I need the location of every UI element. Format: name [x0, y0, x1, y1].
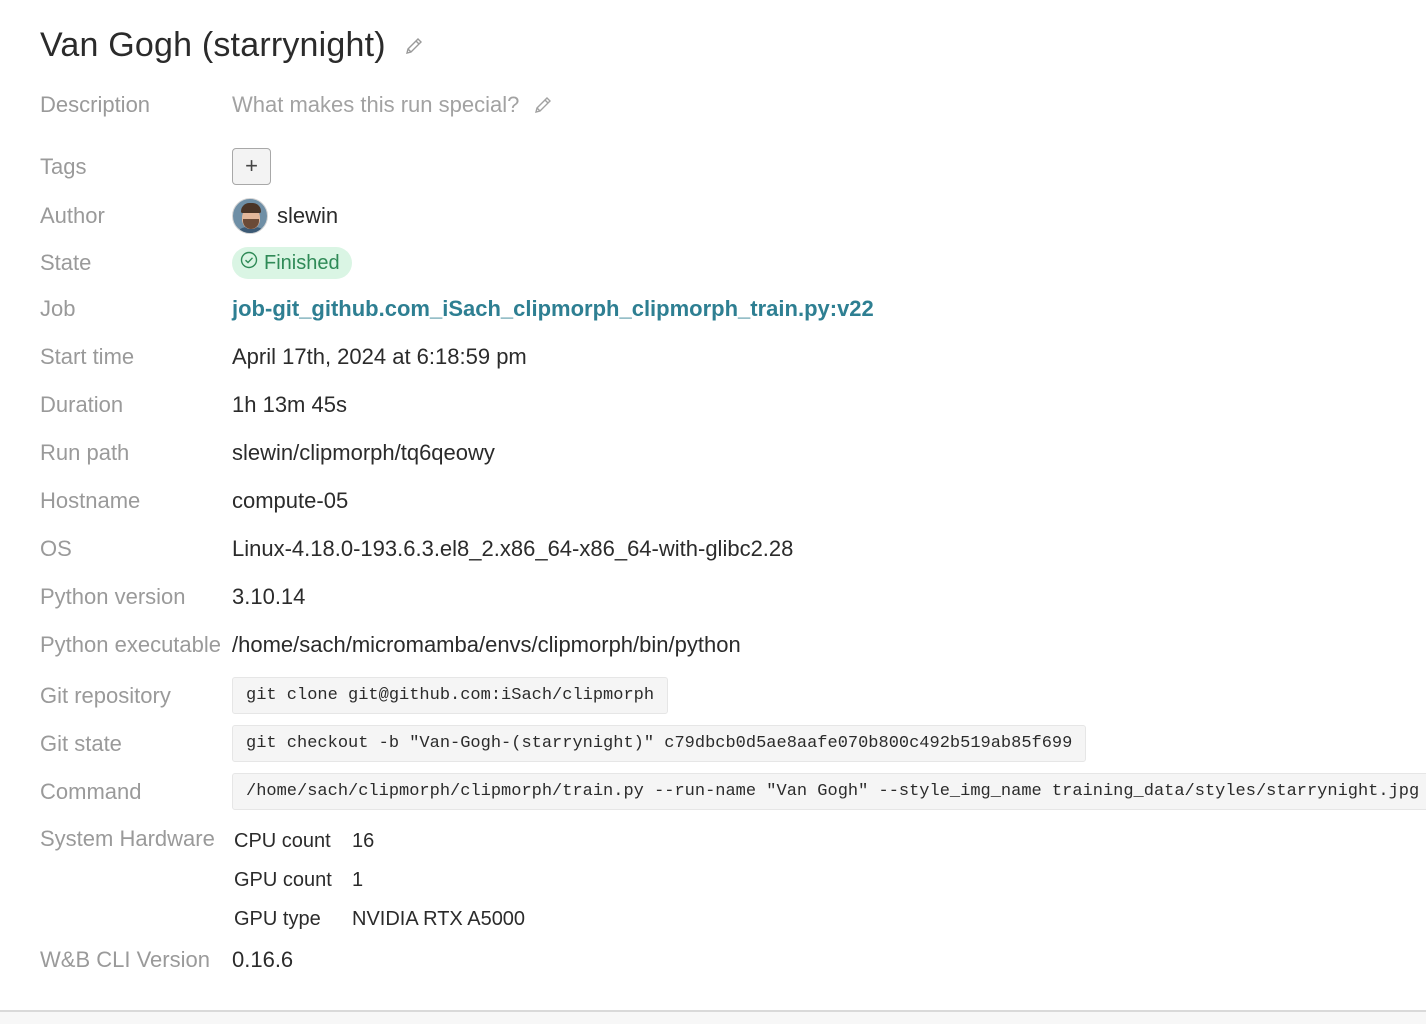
- row-start-time: Start time April 17th, 2024 at 6:18:59 p…: [40, 344, 1402, 370]
- section-divider: [0, 1010, 1426, 1024]
- row-tags: Tags +: [40, 148, 1402, 185]
- label-git-state: Git state: [40, 730, 122, 756]
- hardware-key: CPU count: [234, 830, 331, 852]
- label-python-executable: Python executable: [40, 632, 222, 657]
- label-command: Command: [40, 778, 142, 804]
- row-python-version: Python version 3.10.14: [40, 584, 1402, 610]
- run-path-value: slewin/clipmorph/tq6qeowy: [232, 440, 495, 465]
- table-row: GPU type NVIDIA RTX A5000: [232, 900, 525, 939]
- row-cli-version: W&B CLI Version 0.16.6: [40, 947, 1402, 973]
- label-cli-version: W&B CLI Version: [40, 947, 210, 972]
- table-row: GPU count 1: [232, 861, 525, 900]
- hardware-table: CPU count 16 GPU count 1 GPU type NVIDIA…: [232, 822, 525, 939]
- row-job: Job job-git_github.com_iSach_clipmorph_c…: [40, 296, 1402, 322]
- python-executable-value: /home/sach/micromamba/envs/clipmorph/bin…: [232, 632, 741, 657]
- description-placeholder[interactable]: What makes this run special?: [232, 92, 519, 118]
- label-system-hardware: System Hardware: [40, 826, 215, 851]
- hardware-value: NVIDIA RTX A5000: [352, 908, 526, 930]
- label-run-path: Run path: [40, 440, 130, 465]
- pencil-icon[interactable]: [533, 95, 553, 115]
- start-time-value: April 17th, 2024 at 6:18:59 pm: [232, 344, 527, 369]
- label-tags: Tags: [40, 153, 87, 179]
- hardware-value: 1: [352, 869, 364, 891]
- check-circle-icon: [240, 251, 258, 275]
- row-git-repository: Git repository git clone git@github.com:…: [40, 677, 1402, 714]
- hardware-key: GPU type: [234, 908, 321, 930]
- avatar[interactable]: [232, 198, 268, 234]
- row-author: Author slewin: [40, 198, 1402, 234]
- label-state: State: [40, 250, 92, 275]
- label-python-version: Python version: [40, 584, 186, 609]
- cli-version-value: 0.16.6: [232, 947, 294, 972]
- label-duration: Duration: [40, 392, 124, 417]
- duration-value: 1h 13m 45s: [232, 392, 347, 417]
- git-repository-code[interactable]: git clone git@github.com:iSach/clipmorph: [232, 677, 669, 714]
- row-description: Description What makes this run special?: [40, 92, 1402, 118]
- os-value: Linux-4.18.0-193.6.3.el8_2.x86_64-x86_64…: [232, 536, 794, 561]
- table-row: CPU count 16: [232, 822, 525, 861]
- status-badge: Finished: [232, 247, 352, 279]
- description-field[interactable]: What makes this run special?: [232, 92, 553, 118]
- pencil-icon[interactable]: [404, 36, 424, 56]
- run-overview: Van Gogh (starrynight) Description What …: [0, 0, 1426, 1024]
- row-hostname: Hostname compute-05: [40, 488, 1402, 514]
- label-start-time: Start time: [40, 344, 135, 369]
- hardware-key: GPU count: [234, 869, 332, 891]
- row-python-executable: Python executable /home/sach/micromamba/…: [40, 632, 1402, 658]
- row-duration: Duration 1h 13m 45s: [40, 392, 1402, 418]
- git-state-code[interactable]: git checkout -b "Van-Gogh-(starrynight)"…: [232, 725, 1087, 762]
- author[interactable]: slewin: [232, 198, 338, 234]
- row-state: State Finished: [40, 247, 1402, 279]
- label-hostname: Hostname: [40, 488, 141, 513]
- title-row: Van Gogh (starrynight): [40, 26, 424, 65]
- row-command: Command /home/sach/clipmorph/clipmorph/t…: [40, 773, 1426, 810]
- row-os: OS Linux-4.18.0-193.6.3.el8_2.x86_64-x86…: [40, 536, 1402, 562]
- command-code[interactable]: /home/sach/clipmorph/clipmorph/train.py …: [232, 773, 1426, 810]
- row-git-state: Git state git checkout -b "Van-Gogh-(sta…: [40, 725, 1402, 762]
- label-os: OS: [40, 536, 72, 561]
- hardware-value: 16: [352, 830, 375, 852]
- author-name[interactable]: slewin: [277, 203, 338, 229]
- python-version-value: 3.10.14: [232, 584, 306, 609]
- state-text: Finished: [264, 251, 340, 274]
- label-git-repository: Git repository: [40, 682, 171, 708]
- row-run-path: Run path slewin/clipmorph/tq6qeowy: [40, 440, 1402, 466]
- job-link[interactable]: job-git_github.com_iSach_clipmorph_clipm…: [232, 296, 874, 322]
- label-job: Job: [40, 296, 76, 321]
- add-tag-button[interactable]: +: [232, 148, 271, 185]
- label-description: Description: [40, 92, 151, 117]
- hostname-value: compute-05: [232, 488, 349, 513]
- label-author: Author: [40, 203, 105, 228]
- run-title: Van Gogh (starrynight): [40, 26, 386, 64]
